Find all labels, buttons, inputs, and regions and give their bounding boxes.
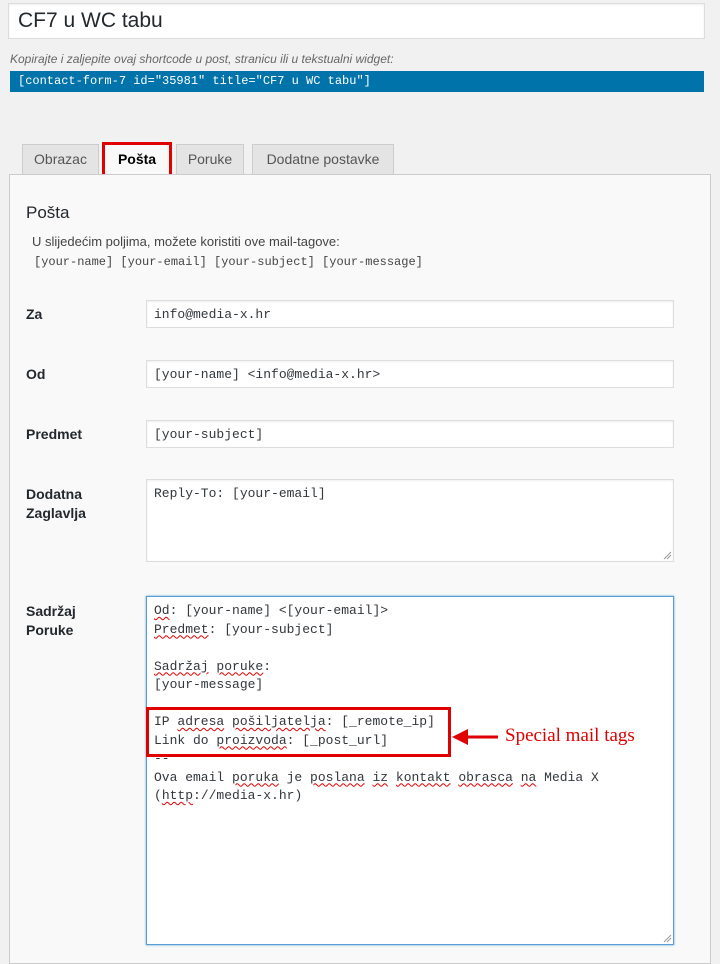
mail-heading: Pošta <box>26 203 70 222</box>
body-line: [your-message] <box>154 677 264 692</box>
body-line: Sadržaj poruke: <box>154 658 272 674</box>
additional-headers-value: Reply-To: [your-email] <box>154 486 326 501</box>
body-line-0-word: Od <box>154 603 170 618</box>
body-line-1-word: Predmet <box>154 621 209 637</box>
body-line-9-word-c: iz <box>372 769 389 785</box>
mail-tags-description: U slijedećim poljima, možete koristiti o… <box>32 234 340 249</box>
tab-poruke[interactable]: Poruke <box>176 144 244 174</box>
form-title-input[interactable]: CF7 u WC tabu <box>8 3 705 39</box>
body-line: (http://media-x.hr) <box>154 788 303 803</box>
message-body-label-line1: Sadržaj <box>26 603 76 619</box>
body-line <box>154 639 599 658</box>
body-line-9-word-d: kontakt <box>395 769 451 785</box>
body-line-9-word-f: na <box>520 769 537 785</box>
additional-headers-label-line1: Dodatna <box>26 486 82 502</box>
resize-grip-icon[interactable] <box>663 934 672 943</box>
from-value: [your-name] <info@media-x.hr> <box>154 367 381 382</box>
special-tags-highlight-box <box>146 707 451 757</box>
body-line: Od: [your-name] <[your-email]> <box>154 603 389 618</box>
message-body-textarea[interactable]: Od: [your-name] <[your-email]> Predmet: … <box>146 596 674 945</box>
annotation-label: Special mail tags <box>505 725 635 746</box>
from-label: Od <box>26 366 46 382</box>
red-arrow-icon <box>452 729 498 745</box>
to-field[interactable]: info@media-x.hr <box>146 300 674 328</box>
body-line-10-word: http <box>161 788 194 803</box>
to-label: Za <box>26 306 43 322</box>
body-line-3-word-a: Sadržaj <box>154 658 209 674</box>
shortcode-hint: Kopirajte i zaljepite ovaj shortcode u p… <box>10 52 394 66</box>
subject-label: Predmet <box>26 426 83 442</box>
shortcode-field[interactable]: [contact-form-7 id="35981" title="CF7 u … <box>10 71 704 92</box>
message-body-label-line2: Poruke <box>26 622 74 638</box>
shortcode-text: [contact-form-7 id="35981" title="CF7 u … <box>18 74 371 88</box>
body-line: Predmet: [your-subject] <box>154 621 334 637</box>
subject-value: [your-subject] <box>154 427 264 442</box>
to-value: info@media-x.hr <box>154 307 272 322</box>
additional-headers-textarea[interactable]: Reply-To: [your-email] <box>146 479 674 562</box>
message-body-lines: Od: [your-name] <[your-email]> Predmet: … <box>154 602 599 806</box>
resize-grip-icon[interactable] <box>663 551 672 560</box>
body-line: Ova email poruka je poslana iz kontakt o… <box>154 769 599 785</box>
form-title-value: CF7 u WC tabu <box>18 9 163 32</box>
body-line-3-word-b: poruke <box>216 658 264 674</box>
body-line-9-word-e: obrasca <box>458 769 513 785</box>
tab-dodatne-postavke[interactable]: Dodatne postavke <box>252 144 394 174</box>
mail-tags-list: [your-name] [your-email] [your-subject] … <box>34 255 423 269</box>
tab-obrazac[interactable]: Obrazac <box>22 144 99 174</box>
body-line-9-word-a: poruka <box>232 769 279 785</box>
additional-headers-label-line2: Zaglavlja <box>26 505 86 521</box>
tab-posta[interactable]: Pošta <box>102 142 172 177</box>
from-field[interactable]: [your-name] <info@media-x.hr> <box>146 360 674 388</box>
subject-field[interactable]: [your-subject] <box>146 420 674 448</box>
body-line-9-word-b: poslana <box>310 769 365 785</box>
